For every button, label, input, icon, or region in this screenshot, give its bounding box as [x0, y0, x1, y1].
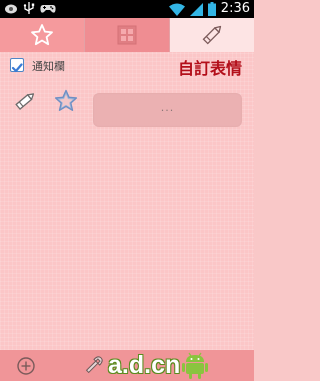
plus-circle-icon — [17, 357, 35, 375]
status-time: 2:36 — [220, 1, 250, 16]
star-icon — [54, 89, 78, 111]
tab-grid[interactable] — [84, 18, 170, 52]
favorite-button[interactable] — [54, 89, 78, 113]
pencil-icon — [15, 93, 35, 110]
add-button[interactable] — [16, 356, 36, 376]
checkmark-icon — [11, 63, 23, 73]
wifi-icon — [168, 3, 185, 16]
notification-label: 通知欄 — [32, 60, 65, 73]
main-content: 通知欄 自訂表情 ... — [0, 52, 254, 350]
grid-icon — [117, 25, 137, 45]
bottom-bar: a.d.cn — [0, 350, 254, 381]
notification-checkbox[interactable] — [10, 58, 24, 73]
star-icon — [31, 24, 53, 46]
watermark-text: a.d.cn — [108, 351, 181, 379]
watermark: a.d.cn — [108, 350, 209, 381]
tab-favorites[interactable] — [0, 18, 84, 52]
wrench-icon — [85, 356, 103, 374]
status-bar: 2:36 — [0, 0, 254, 18]
notification-row: 通知欄 自訂表情 — [0, 52, 254, 78]
emoticon-entry-field[interactable]: ... — [93, 93, 242, 127]
page-title: 自訂表情 — [177, 59, 242, 78]
notification-eye-icon — [5, 4, 17, 13]
android-logo-icon — [182, 352, 209, 379]
settings-button[interactable] — [83, 354, 105, 376]
signal-icon — [189, 2, 203, 16]
gamepad-icon — [40, 4, 56, 13]
tab-bar — [0, 18, 254, 52]
tab-custom[interactable] — [170, 18, 254, 52]
usb-icon — [23, 2, 35, 14]
edit-button[interactable] — [13, 89, 37, 113]
battery-icon — [207, 2, 216, 16]
pencil-icon — [202, 25, 222, 45]
